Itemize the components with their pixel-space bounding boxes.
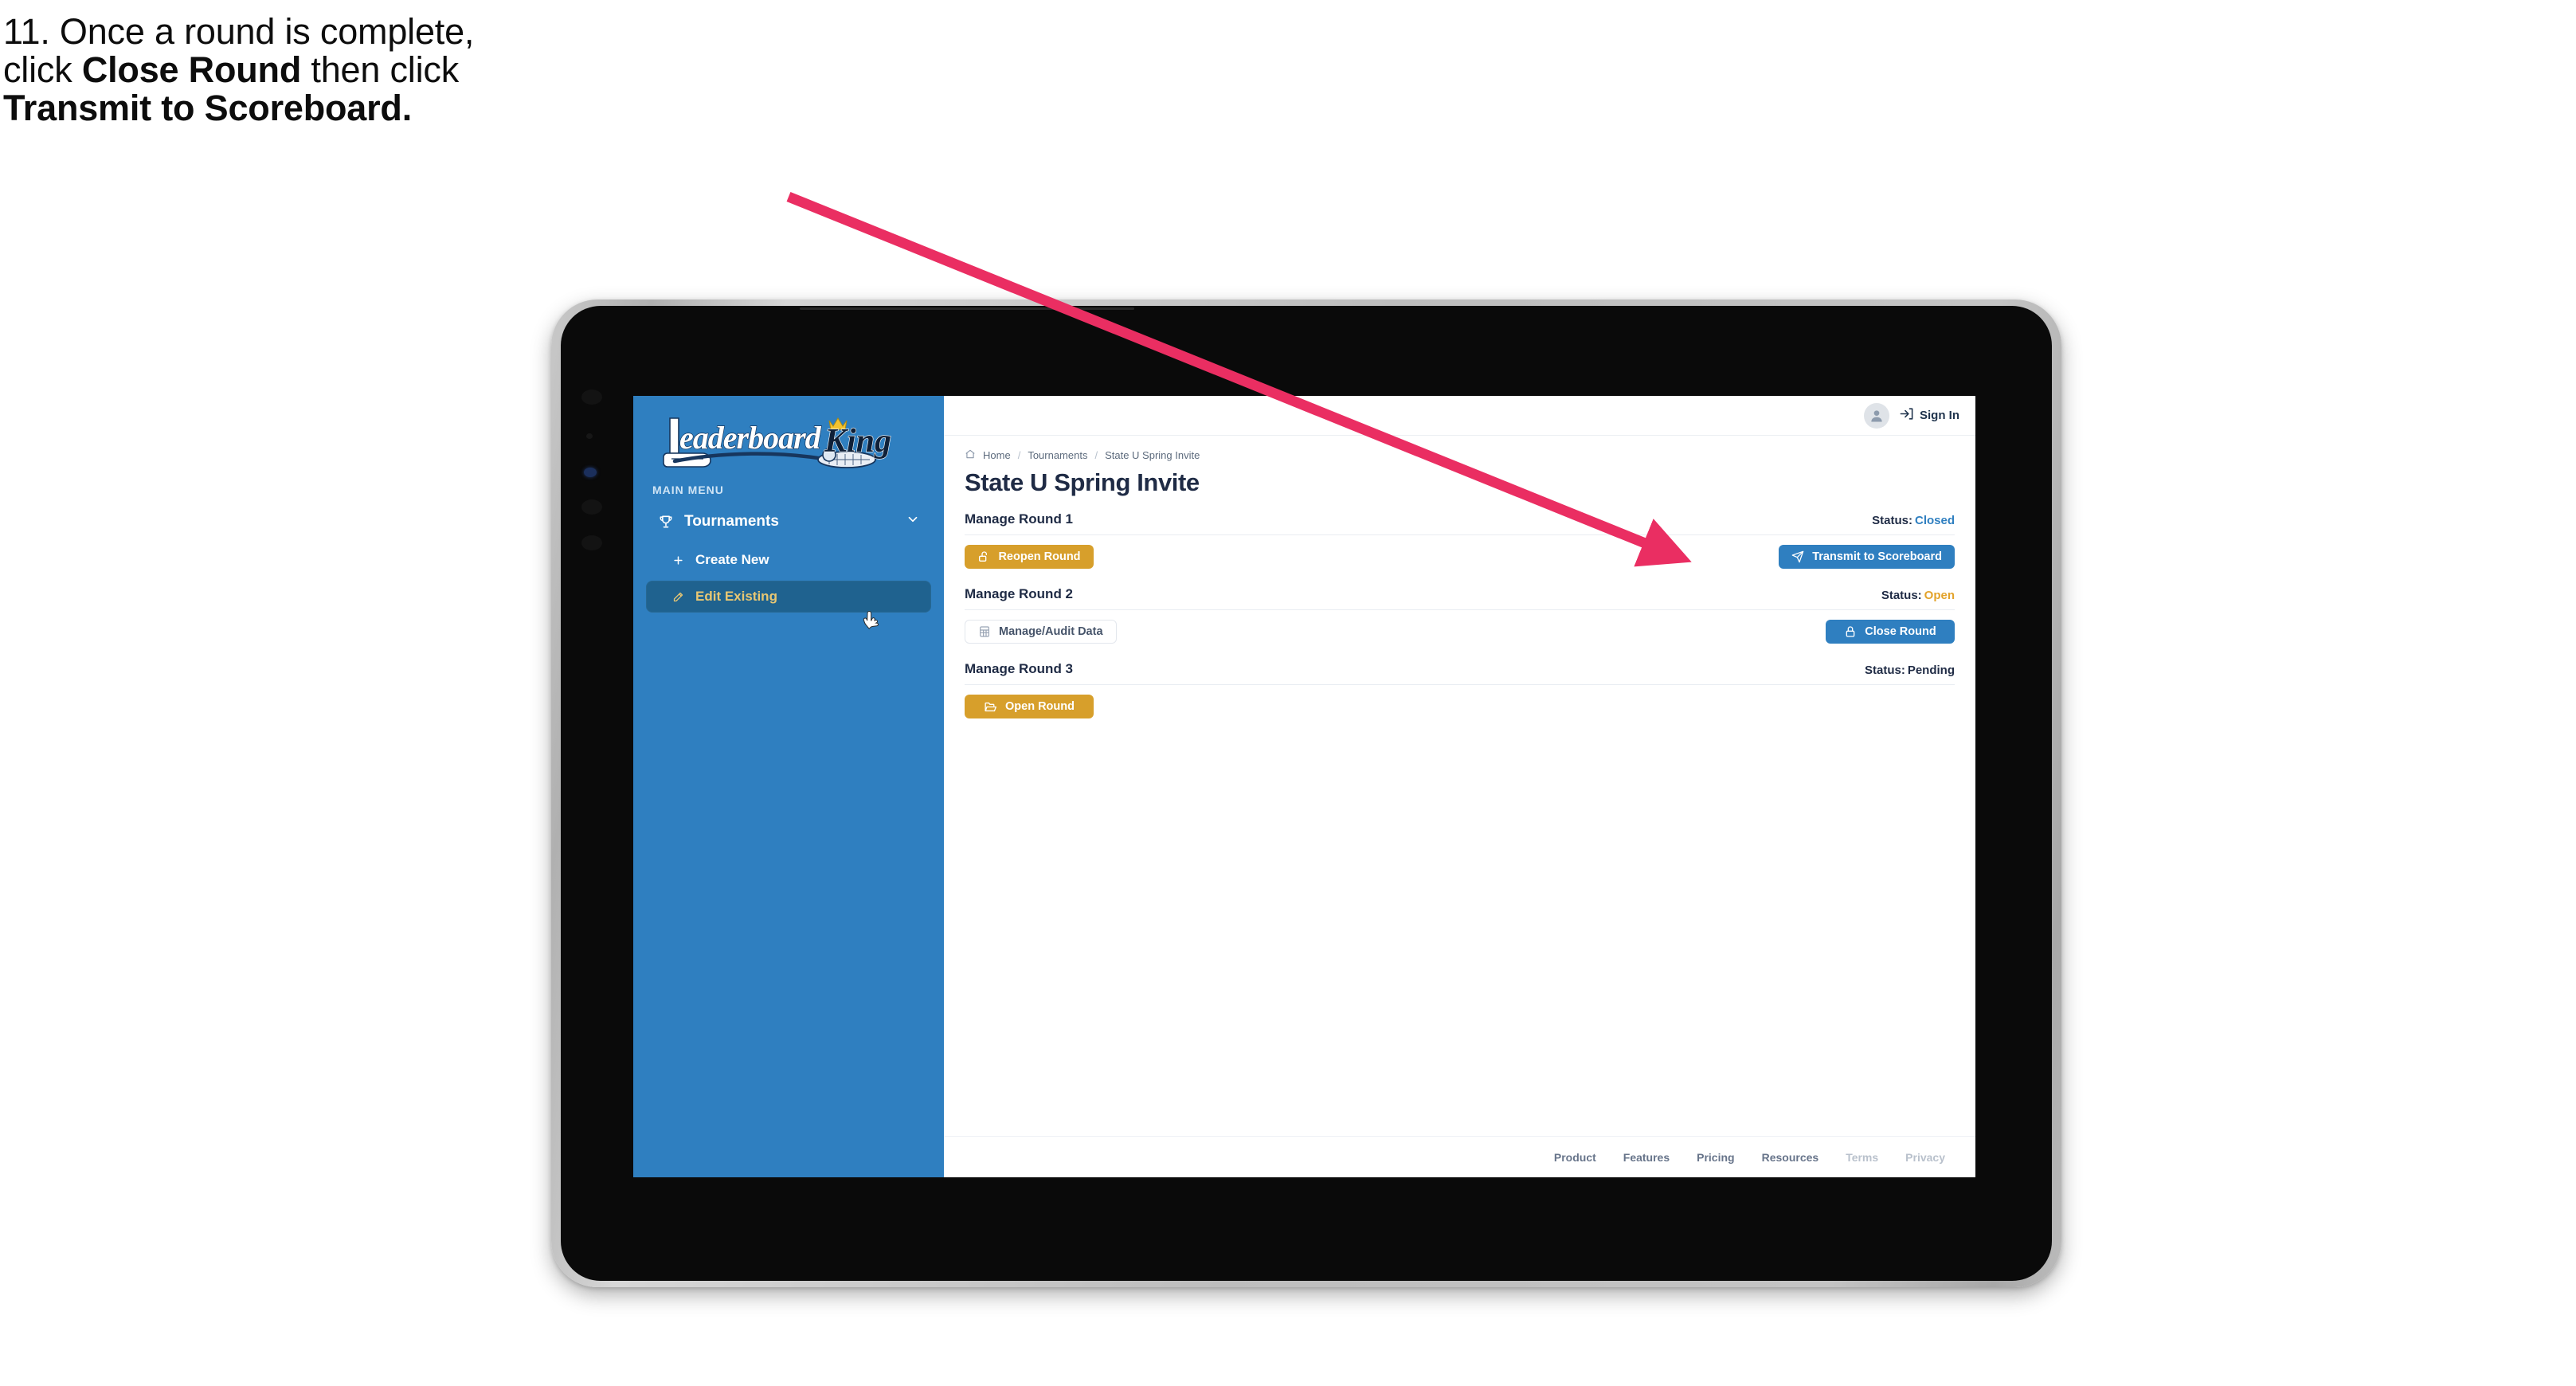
caption-line-2-bold: Close Round <box>81 49 302 91</box>
caption-line-2-post: then click <box>301 49 459 91</box>
round-3-actions: Open Round <box>965 685 1955 718</box>
unlock-icon <box>977 550 990 563</box>
breadcrumb-item-home[interactable]: Home <box>983 449 1011 461</box>
round-block-3: Manage Round 3 Status: Pending Open Roun… <box>965 661 1955 718</box>
open-round-label: Open Round <box>1005 700 1075 713</box>
breadcrumb-item-tournaments[interactable]: Tournaments <box>1028 449 1087 461</box>
sign-in-arrow-icon <box>1899 406 1914 425</box>
round-2-header: Manage Round 2 Status: Open <box>965 586 1955 610</box>
top-bar: Sign In <box>944 396 1975 436</box>
footer-links: Product Features Pricing Resources Terms… <box>944 1136 1975 1177</box>
sidebar: eaderboard King MAIN MENU Tournaments Cr… <box>633 396 944 1177</box>
round-2-status-value: Open <box>1924 589 1955 602</box>
pencil-square-icon <box>668 589 687 605</box>
tablet-sensor-3 <box>581 499 602 515</box>
sidebar-item-edit-existing-label: Edit Existing <box>695 589 777 604</box>
footer-link-features[interactable]: Features <box>1623 1151 1670 1164</box>
caption-line-1-text: 11. Once a round is complete, <box>3 11 475 52</box>
paper-plane-icon <box>1791 550 1804 563</box>
caption-line-2: click Close Round then click <box>3 51 848 89</box>
round-2-name: Manage Round 2 <box>965 586 1074 601</box>
round-2-actions: Manage/Audit Data Close Round <box>965 610 1955 644</box>
reopen-round-button[interactable]: Reopen Round <box>965 545 1094 569</box>
footer-link-resources[interactable]: Resources <box>1762 1151 1819 1164</box>
main-content: Sign In Home / Tournaments / State U Spr… <box>944 396 1975 1177</box>
plus-icon <box>668 552 687 568</box>
breadcrumb: Home / Tournaments / State U Spring Invi… <box>965 448 1955 462</box>
table-grid-icon <box>978 625 991 638</box>
open-folder-icon <box>984 700 997 714</box>
footer-link-privacy[interactable]: Privacy <box>1905 1151 1945 1164</box>
round-2-status: Status: Open <box>1881 589 1955 602</box>
leaderboard-king-logo-icon: eaderboard King <box>663 417 891 468</box>
svg-text:eaderboard: eaderboard <box>679 420 822 456</box>
manage-audit-data-button[interactable]: Manage/Audit Data <box>965 620 1117 644</box>
sign-in-label: Sign In <box>1920 409 1959 422</box>
tablet-sensor-4 <box>581 535 602 550</box>
round-1-name: Manage Round 1 <box>965 511 1074 527</box>
round-block-2: Manage Round 2 Status: Open Manage/Audit… <box>965 586 1955 644</box>
round-3-status-label: Status: <box>1864 664 1905 677</box>
tablet-sensor-2 <box>586 433 593 439</box>
open-round-button[interactable]: Open Round <box>965 695 1094 718</box>
tablet-sensor-1 <box>581 390 602 405</box>
round-3-status-value: Pending <box>1907 664 1955 677</box>
sidebar-item-create-new[interactable]: Create New <box>646 544 931 576</box>
caption-line-1: 11. Once a round is complete, <box>3 11 848 52</box>
pointing-hand-cursor <box>861 610 882 635</box>
page-title: State U Spring Invite <box>965 468 1200 496</box>
app-logo[interactable]: eaderboard King <box>633 396 944 476</box>
transmit-to-scoreboard-button[interactable]: Transmit to Scoreboard <box>1779 545 1955 569</box>
round-1-status-label: Status: <box>1872 514 1912 527</box>
round-1-status: Status: Closed <box>1872 514 1955 527</box>
footer-link-product[interactable]: Product <box>1554 1151 1596 1164</box>
caption-line-3: Transmit to Scoreboard. <box>3 89 848 127</box>
breadcrumb-separator: / <box>1094 449 1098 461</box>
manage-audit-data-label: Manage/Audit Data <box>999 625 1103 638</box>
round-3-status: Status: Pending <box>1865 664 1955 677</box>
sidebar-item-tournaments-label: Tournaments <box>684 513 779 530</box>
close-round-button[interactable]: Close Round <box>1826 620 1955 644</box>
svg-text:King: King <box>824 423 891 460</box>
round-1-header: Manage Round 1 Status: Closed <box>965 511 1955 535</box>
footer-link-pricing[interactable]: Pricing <box>1697 1151 1734 1164</box>
home-icon[interactable] <box>965 448 976 462</box>
tablet-camera-lens <box>584 468 597 477</box>
round-3-header: Manage Round 3 Status: Pending <box>965 661 1955 685</box>
footer-link-terms[interactable]: Terms <box>1846 1151 1878 1164</box>
sidebar-item-tournaments[interactable]: Tournaments <box>646 504 931 539</box>
transmit-to-scoreboard-label: Transmit to Scoreboard <box>1812 550 1942 563</box>
sign-in-button[interactable]: Sign In <box>1899 406 1959 425</box>
round-2-status-label: Status: <box>1881 589 1922 602</box>
caption-line-3-bold: Transmit to Scoreboard. <box>3 88 413 129</box>
chevron-down-icon[interactable] <box>906 512 920 531</box>
round-1-actions: Reopen Round Transmit to Scoreboard <box>965 535 1955 569</box>
lock-icon <box>1844 625 1857 638</box>
trophy-icon <box>656 513 676 531</box>
page-content: Home / Tournaments / State U Spring Invi… <box>944 436 1975 1136</box>
close-round-label: Close Round <box>1865 625 1936 638</box>
sidebar-item-create-new-label: Create New <box>695 552 769 567</box>
reopen-round-label: Reopen Round <box>998 550 1081 563</box>
round-block-1: Manage Round 1 Status: Closed Reopen Rou… <box>965 511 1955 569</box>
tablet-speaker-grille <box>800 307 1134 310</box>
page-root: 11. Once a round is complete, click Clos… <box>0 0 2576 1386</box>
user-avatar-icon[interactable] <box>1864 402 1889 429</box>
round-1-status-value: Closed <box>1914 514 1955 527</box>
breadcrumb-item-current: State U Spring Invite <box>1105 449 1200 461</box>
sidebar-section-label: MAIN MENU <box>652 484 724 496</box>
round-3-name: Manage Round 3 <box>965 661 1074 676</box>
sidebar-item-edit-existing[interactable]: Edit Existing <box>646 581 931 613</box>
breadcrumb-separator: / <box>1017 449 1021 461</box>
app-screen: eaderboard King MAIN MENU Tournaments Cr… <box>633 396 1975 1177</box>
instruction-caption: 11. Once a round is complete, click Clos… <box>3 11 848 127</box>
caption-line-2-pre: click <box>3 49 82 91</box>
